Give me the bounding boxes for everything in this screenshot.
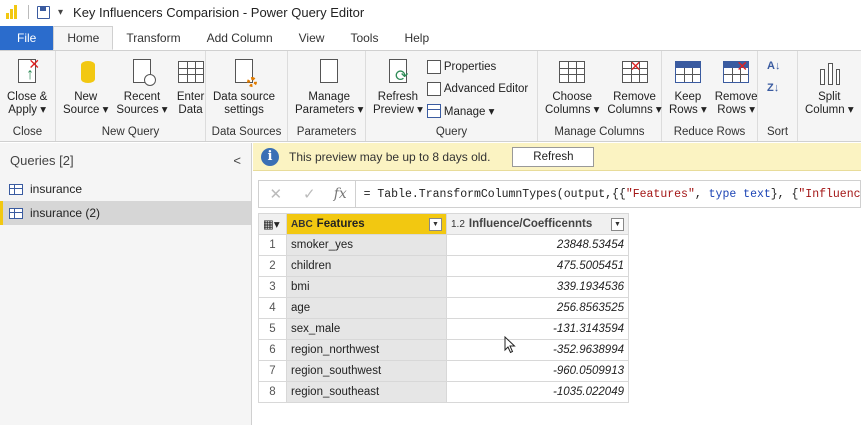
cell-feature[interactable]: children (286, 255, 447, 277)
fx-icon[interactable]: fx (326, 181, 356, 207)
parameters-icon (320, 59, 339, 83)
ribbon-tabs: File Home Transform Add Column View Tool… (0, 26, 861, 50)
data-grid: ▦▾ ABC Features ▼ 1.2 Influence/Coefficenn… (258, 213, 629, 403)
queries-panel: Queries [2] < insurance insurance (2) (0, 143, 252, 425)
database-icon (80, 61, 95, 83)
info-message: This preview may be up to 8 days old. (289, 149, 491, 164)
table-icon (177, 61, 204, 83)
table-menu-icon[interactable]: ▦▾ (258, 213, 287, 235)
cell-feature[interactable]: region_southwest (286, 360, 447, 382)
sort-ascending-button[interactable]: A↓ (767, 57, 781, 76)
filter-dropdown-icon[interactable]: ▼ (611, 217, 624, 231)
cell-value[interactable]: -1035.022049 (446, 381, 629, 403)
table-row: 8 region_southeast -1035.022049 (258, 381, 629, 403)
group-label-close: Close (12, 126, 43, 138)
tab-add-column[interactable]: Add Column (194, 26, 286, 50)
cell-feature[interactable]: region_northwest (286, 339, 447, 361)
cell-value[interactable]: 256.8563525 (446, 297, 629, 319)
cell-value[interactable]: -131.3143594 (446, 318, 629, 340)
tab-home[interactable]: Home (53, 26, 114, 50)
table-icon (9, 207, 23, 219)
advanced-editor-button[interactable]: Advanced Editor (426, 79, 528, 98)
properties-button[interactable]: Properties (426, 57, 528, 76)
properties-icon (426, 59, 441, 74)
split-column-icon (820, 61, 841, 85)
text-type-icon[interactable]: ABC (291, 219, 313, 230)
power-bi-logo-icon (6, 5, 20, 19)
cell-value[interactable]: 475.5005451 (446, 255, 629, 277)
cell-feature[interactable]: age (286, 297, 447, 319)
mouse-cursor-icon (504, 336, 516, 354)
table-row: 5 sex_male -131.3143594 (258, 318, 629, 340)
quick-access-menu-icon[interactable]: ▾ (58, 7, 63, 18)
formula-input[interactable]: = Table.TransformColumnTypes(output,{{"F… (364, 188, 860, 201)
cell-feature[interactable]: bmi (286, 276, 447, 298)
cell-value[interactable]: -352.9638994 (446, 339, 629, 361)
table-row: 6 region_northwest -352.9638994 (258, 339, 629, 361)
choose-columns-icon (559, 61, 586, 83)
refresh-button[interactable]: Refresh (512, 146, 595, 167)
group-label-parameters: Parameters (296, 126, 357, 138)
cancel-formula-icon[interactable]: ✕ (259, 185, 293, 203)
preview-info-bar: i This preview may be up to 8 days old. … (253, 143, 861, 171)
group-parameters: Manage Parameters ▾ Parameters (288, 51, 366, 141)
cell-feature[interactable]: smoker_yes (286, 234, 447, 256)
sort-ascending-icon: A↓ (767, 59, 781, 72)
queries-title: Queries [2] (10, 152, 74, 168)
advanced-editor-icon (426, 81, 441, 96)
commit-formula-icon[interactable]: ✓ (293, 185, 327, 203)
group-sort: A↓ Z↓ Sort (758, 51, 798, 141)
tab-view[interactable]: View (286, 26, 338, 50)
tab-help[interactable]: Help (391, 26, 442, 50)
title-separator (28, 5, 29, 19)
save-icon[interactable] (37, 5, 50, 19)
column-header-influence[interactable]: 1.2 Influence/Coefficennts ▼ (446, 213, 629, 235)
ribbon: ✕ ↑ Close & Apply ▾ Close New Source ▾ Re… (0, 50, 861, 142)
cell-value[interactable]: 23848.53454 (446, 234, 629, 256)
group-new-query: New Source ▾ Recent Sources ▾ Enter Data… (56, 51, 206, 141)
query-item-insurance[interactable]: insurance (0, 177, 251, 201)
group-transform: Split Column ▾ (798, 51, 861, 141)
table-row: 4 age 256.8563525 (258, 297, 629, 319)
group-label-reduce-rows: Reduce Rows (673, 126, 746, 138)
group-manage-columns: Choose Columns ▾ ✕ Remove Columns ▾ Mana… (538, 51, 662, 141)
table-icon (9, 183, 23, 195)
cell-value[interactable]: -960.0509913 (446, 360, 629, 382)
group-label-sort: Sort (766, 126, 789, 138)
queries-header: Queries [2] < (0, 143, 251, 177)
tab-transform[interactable]: Transform (113, 26, 193, 50)
sort-descending-icon: Z↓ (767, 81, 780, 94)
column-header-features[interactable]: ABC Features ▼ (286, 213, 447, 235)
group-label-manage-columns: Manage Columns (554, 126, 645, 138)
group-close: ✕ ↑ Close & Apply ▾ Close (0, 51, 56, 141)
manage-table-icon (426, 103, 441, 118)
tab-tools[interactable]: Tools (337, 26, 391, 50)
table-row: 1 smoker_yes 23848.53454 (258, 234, 629, 256)
title-bar: ▾ Key Influencers Comparision - Power Qu… (0, 0, 861, 24)
table-row: 2 children 475.5005451 (258, 255, 629, 277)
group-query: ⟳ Refresh Preview ▾ Properties Advanced … (366, 51, 538, 141)
group-data-sources: Data source settings Data Sources (206, 51, 288, 141)
table-row: 3 bmi 339.1934536 (258, 276, 629, 298)
group-label-query: Query (435, 126, 468, 138)
formula-bar: ✕ ✓ fx = Table.TransformColumnTypes(outp… (258, 180, 861, 208)
window-title: Key Influencers Comparision - Power Quer… (73, 4, 365, 20)
cell-feature[interactable]: sex_male (286, 318, 447, 340)
tab-file[interactable]: File (0, 26, 54, 50)
cell-feature[interactable]: region_southeast (286, 381, 447, 403)
manage-query-button[interactable]: Manage ▾ (426, 101, 528, 120)
split-column-button[interactable]: Split Column ▾ (801, 55, 858, 141)
group-label-data-sources: Data Sources (211, 126, 282, 138)
cell-value[interactable]: 339.1934536 (446, 276, 629, 298)
keep-rows-icon (674, 61, 701, 83)
group-reduce-rows: Keep Rows ▾ ✕ Remove Rows ▾ Reduce Rows (662, 51, 758, 141)
decimal-type-icon[interactable]: 1.2 (451, 219, 465, 230)
table-row: 7 region_southwest -960.0509913 (258, 360, 629, 382)
collapse-chevron-icon[interactable]: < (233, 153, 241, 168)
sort-descending-button[interactable]: Z↓ (767, 79, 781, 98)
filter-dropdown-icon[interactable]: ▼ (429, 217, 442, 231)
group-label-new-query: New Query (101, 126, 160, 138)
info-icon: i (261, 147, 279, 166)
query-item-insurance-2[interactable]: insurance (2) (0, 201, 251, 225)
